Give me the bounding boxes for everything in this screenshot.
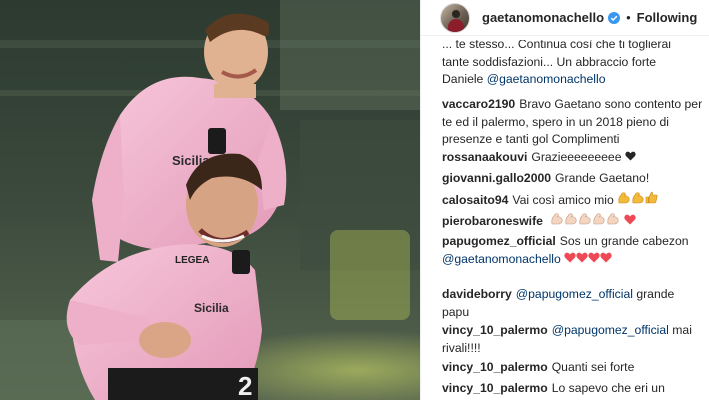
comment-list: ... te stesso... Continua così che ti to… xyxy=(442,40,704,400)
following-button[interactable]: Following xyxy=(637,10,698,25)
comment-username[interactable]: rossanaakouvi xyxy=(442,150,527,164)
flexed-biceps-icon xyxy=(617,191,631,210)
flexed-biceps-icon xyxy=(578,212,592,231)
avatar[interactable] xyxy=(440,2,470,33)
comment-text: Lo sapevo che eri un xyxy=(551,381,665,395)
flexed-biceps-icon xyxy=(564,212,578,231)
comment-username[interactable]: vincy_10_palermo xyxy=(442,360,548,374)
mention-link[interactable]: @gaetanomonachello xyxy=(487,72,606,86)
verified-badge-icon xyxy=(608,11,621,24)
header-separator: • xyxy=(626,10,631,25)
mention-link[interactable]: @papugomez_official xyxy=(552,323,669,337)
comment-username[interactable]: davideborry xyxy=(442,287,512,301)
flexed-biceps-icon xyxy=(550,212,564,231)
comment-text: Quanti sei forte xyxy=(551,360,635,374)
comment-username[interactable]: calosaito94 xyxy=(442,193,508,207)
flexed-biceps-icon xyxy=(631,191,645,210)
comment-username[interactable]: giovanni.gallo2000 xyxy=(442,171,551,185)
comments-panel: gaetanomonachello • Following ... te ste… xyxy=(420,0,709,400)
heart-icon xyxy=(625,149,636,167)
comment-username[interactable]: papugomez_official xyxy=(442,234,556,248)
flexed-biceps-icon xyxy=(592,212,606,231)
caption-line: tante soddisfazioni... Un abbraccio fort… xyxy=(442,54,657,69)
list-item: vaccaro2190 Bravo Gaetano sono contento p… xyxy=(442,96,704,149)
stadium-scene: Sicilia LEGEA Sicilia 2 xyxy=(0,0,420,400)
list-item: rossanaakouvi Grazieeeeeeeee xyxy=(442,149,704,167)
post-header: gaetanomonachello • Following xyxy=(420,0,709,36)
list-item: giovanni.gallo2000 Grande Gaetano! xyxy=(442,170,704,188)
list-item: vincy_10_palermo Lo sapevo che eri un xyxy=(442,380,704,398)
flexed-biceps-icon xyxy=(606,212,620,231)
comment-text: Sos un grande cabezon xyxy=(559,234,689,248)
list-item: papugomez_official Sos un grande cabezon … xyxy=(442,233,704,268)
post-photo[interactable]: Sicilia LEGEA Sicilia 2 xyxy=(0,0,420,400)
mention-link[interactable]: @gaetanomonachello xyxy=(442,252,561,266)
list-item: calosaito94 Vai così amico mio xyxy=(442,191,704,210)
jersey-number-text: 2 xyxy=(238,371,252,400)
post-username[interactable]: gaetanomonachello xyxy=(482,10,604,25)
comment-username[interactable]: vincy_10_palermo xyxy=(442,381,548,395)
comment-username[interactable]: vaccaro2190 xyxy=(442,97,515,111)
jersey-sponsor-text-front: Sicilia xyxy=(194,301,229,315)
comment-text: Grazieeeeeeeee xyxy=(531,150,622,164)
comment-text: Vai così amico mio xyxy=(512,193,614,207)
heart-icon xyxy=(600,251,612,269)
caption-line: ... te stesso... Continua così che ti to… xyxy=(442,40,671,51)
thumbs-up-icon xyxy=(645,191,658,210)
heart-icon xyxy=(564,251,576,269)
comment-username[interactable]: pierobaroneswife xyxy=(442,214,543,228)
comment-text: Grande Gaetano! xyxy=(555,171,650,185)
panel-divider xyxy=(420,0,421,400)
list-item: vincy_10_palermo Quanti sei forte xyxy=(442,359,704,377)
mention-link[interactable]: @papugomez_official xyxy=(516,287,633,301)
list-item: vincy_10_palermo @papugomez_official mai … xyxy=(442,322,704,357)
list-item: davideborry @papugomez_official grande pa… xyxy=(442,286,704,321)
caption-line: Daniele xyxy=(442,72,487,86)
list-item: pierobaroneswife xyxy=(442,212,704,231)
heart-icon xyxy=(624,213,636,231)
comment-username[interactable]: vincy_10_palermo xyxy=(442,323,548,337)
caption-tail: ... te stesso... Continua così che ti to… xyxy=(442,40,704,89)
heart-icon xyxy=(576,251,588,269)
jersey-brand-text: LEGEA xyxy=(175,255,209,266)
heart-icon xyxy=(588,251,600,269)
